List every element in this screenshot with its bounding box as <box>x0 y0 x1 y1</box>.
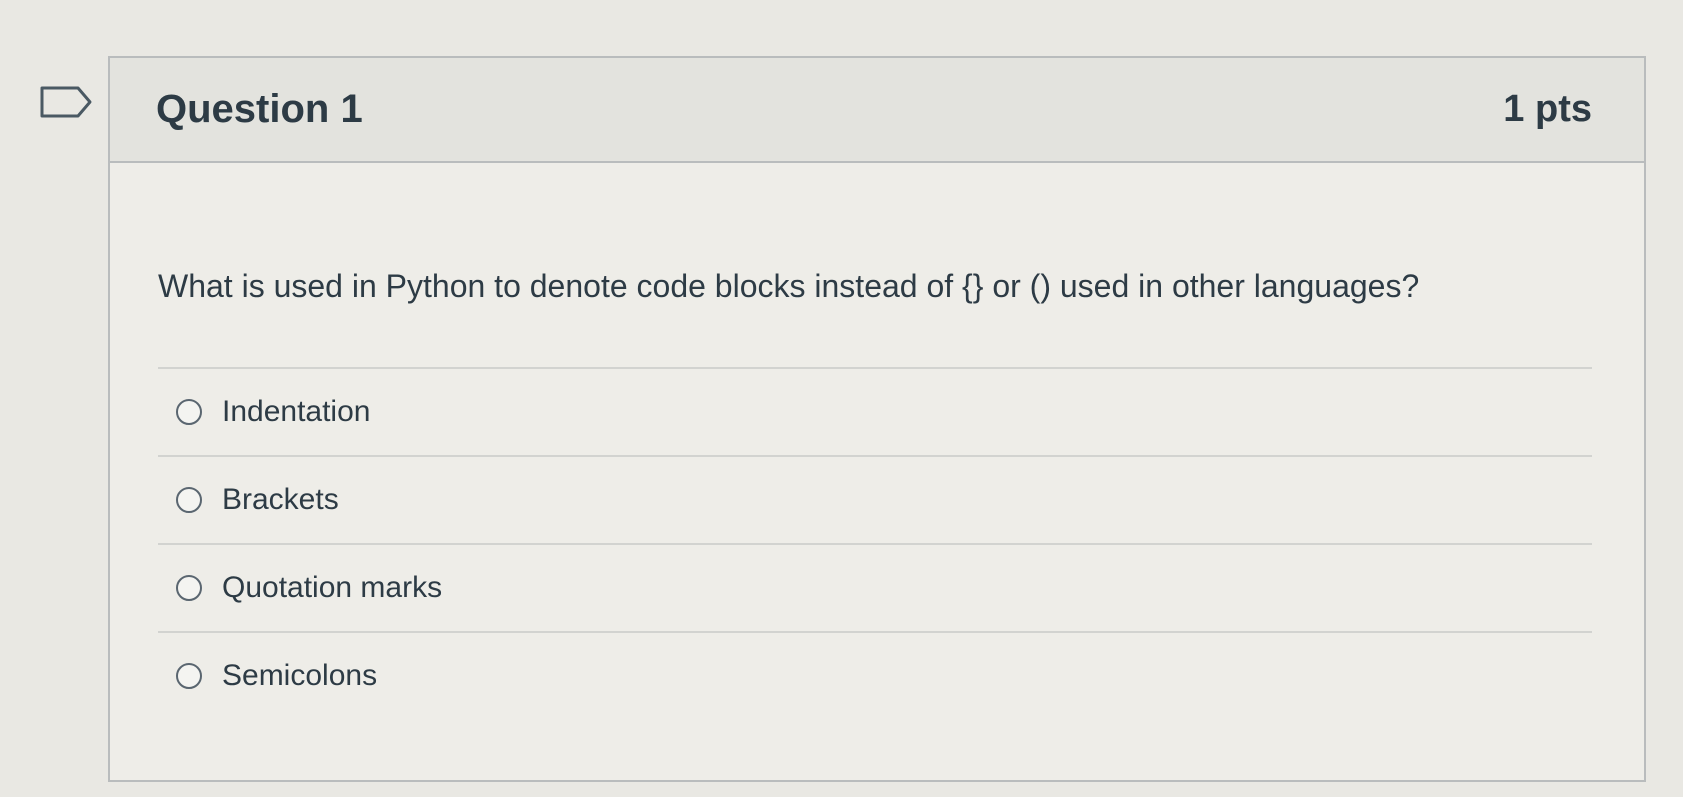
answer-option-quotation-marks[interactable]: Quotation marks <box>158 545 1592 633</box>
question-points: 1 pts <box>1503 88 1592 130</box>
question-title: Question 1 <box>156 87 363 131</box>
answer-option-semicolons[interactable]: Semicolons <box>158 633 1592 719</box>
question-card: Question 1 1 pts What is used in Python … <box>108 56 1646 782</box>
radio-button[interactable] <box>176 575 202 601</box>
flag-question-icon[interactable] <box>40 86 92 118</box>
answer-option-brackets[interactable]: Brackets <box>158 457 1592 545</box>
answer-label: Quotation marks <box>222 571 443 604</box>
radio-button[interactable] <box>176 487 202 513</box>
answer-option-indentation[interactable]: Indentation <box>158 369 1592 457</box>
answer-label: Semicolons <box>222 659 378 692</box>
question-header: Question 1 1 pts <box>110 58 1644 163</box>
answer-list: Indentation Brackets Quotation marks Sem… <box>158 367 1592 719</box>
question-body: What is used in Python to denote code bl… <box>110 265 1644 719</box>
answer-label: Brackets <box>222 483 339 516</box>
radio-button[interactable] <box>176 399 202 425</box>
radio-button[interactable] <box>176 663 202 689</box>
question-text: What is used in Python to denote code bl… <box>158 268 1420 304</box>
answer-label: Indentation <box>222 395 371 428</box>
